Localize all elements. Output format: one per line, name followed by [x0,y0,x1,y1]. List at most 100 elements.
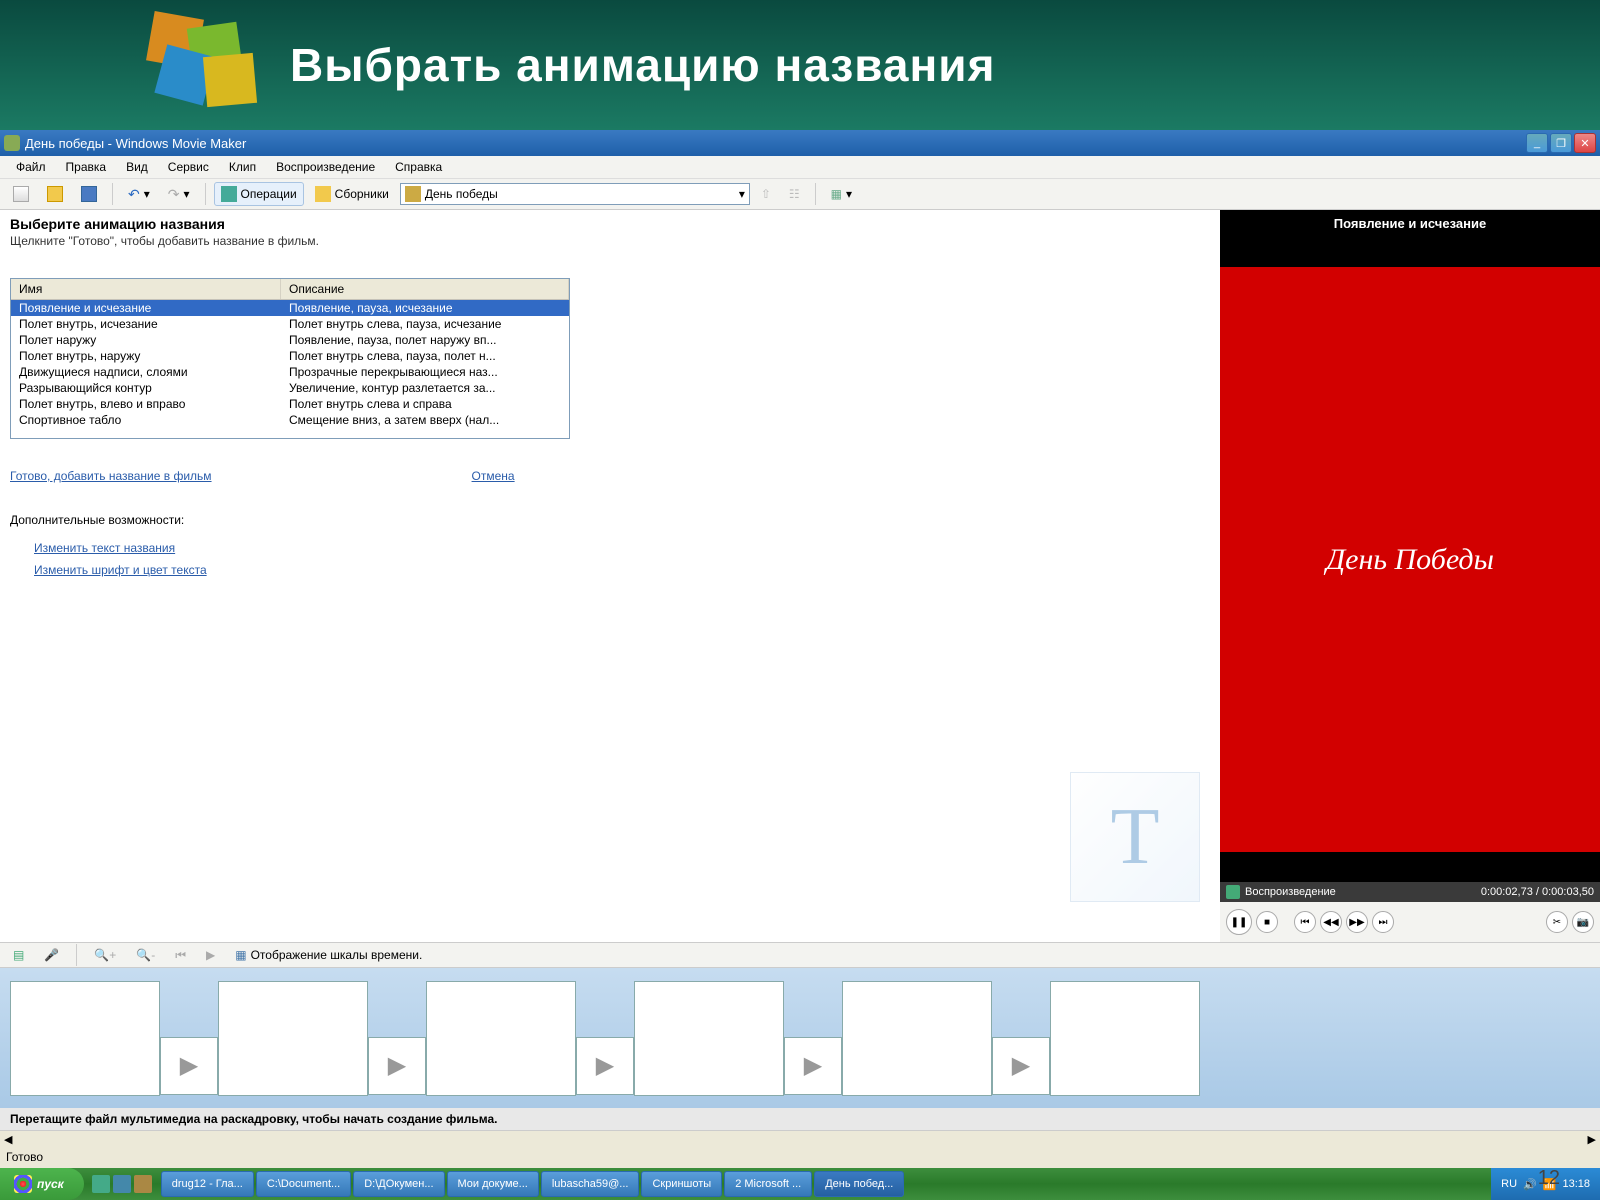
split-button[interactable]: ✂ [1546,911,1568,933]
open-icon [47,186,63,202]
anim-row[interactable]: Полет внутрь, влево и вправоПолет внутрь… [11,396,569,412]
storyboard-transition[interactable]: ▶ [160,1037,218,1095]
start-button[interactable]: пуск [0,1168,84,1200]
col-name[interactable]: Имя [11,279,281,299]
windows-icon [14,1175,32,1193]
task-item[interactable]: Мои докуме... [447,1171,539,1197]
preview-effect-label: Появление и исчезание [1220,210,1600,237]
view-icon: ▦ [831,187,842,201]
task-item[interactable]: Скриншоты [641,1171,722,1197]
menu-tools[interactable]: Сервис [158,157,219,177]
anim-row[interactable]: Движущиеся надписи, слоямиПрозрачные пер… [11,364,569,380]
redo-button[interactable]: ↷ ▾ [161,182,197,207]
task-item-active[interactable]: День побед... [814,1171,904,1197]
menu-view[interactable]: Вид [116,157,158,177]
view-button[interactable]: ▦ ▾ [824,183,859,205]
up-button[interactable]: ⇧ [754,183,778,205]
stop-button[interactable]: ■ [1256,911,1278,933]
task-item[interactable]: D:\ДОкумен... [353,1171,444,1197]
menu-play[interactable]: Воспроизведение [266,157,385,177]
task-item[interactable]: lubascha59@... [541,1171,640,1197]
ql-icon[interactable] [92,1175,110,1193]
open-button[interactable] [40,182,70,206]
storyboard-clip[interactable] [1050,981,1200,1096]
col-desc[interactable]: Описание [281,279,569,299]
tasks-button[interactable]: Операции [214,182,304,206]
storyboard-clip[interactable] [842,981,992,1096]
minimize-button[interactable]: _ [1526,133,1548,153]
play-status-icon [1226,885,1240,899]
ql-icon[interactable] [134,1175,152,1193]
forward-button[interactable]: ▶▶ [1346,911,1368,933]
save-button[interactable] [74,182,104,206]
anim-row[interactable]: Полет наружуПоявление, пауза, полет нару… [11,332,569,348]
anim-row[interactable]: Разрывающийся контурУвеличение, контур р… [11,380,569,396]
preview-status: Воспроизведение [1245,886,1336,898]
anim-row[interactable]: Полет внутрь, исчезаниеПолет внутрь слев… [11,316,569,332]
edit-text-link[interactable]: Изменить текст названия [34,541,1210,555]
edit-font-link[interactable]: Изменить шрифт и цвет текста [34,563,1210,577]
snapshot-button[interactable]: 📷 [1572,911,1594,933]
pause-button[interactable]: ❚❚ [1226,909,1252,935]
task-item[interactable]: C:\Document... [256,1171,351,1197]
preview-controls: ❚❚ ■ ⏮ ◀◀ ▶▶ ⏭ ✂ 📷 [1220,902,1600,942]
task-item[interactable]: 2 Microsoft ... [724,1171,812,1197]
menu-edit[interactable]: Правка [56,157,117,177]
storyboard-transition[interactable]: ▶ [576,1037,634,1095]
prev-button[interactable]: ⏮ [1294,911,1316,933]
task-item[interactable]: drug12 - Гла... [161,1171,254,1197]
preview-title-text: День Победы [1326,543,1494,577]
storyboard-clip[interactable] [10,981,160,1096]
clock[interactable]: 13:18 [1562,1178,1590,1190]
maximize-button[interactable]: ❐ [1550,133,1572,153]
storyboard[interactable]: ▶ ▶ ▶ ▶ ▶ [0,968,1600,1108]
cancel-link[interactable]: Отмена [472,469,515,483]
rewind-button[interactable]: ◀◀ [1320,911,1342,933]
done-link[interactable]: Готово, добавить название в фильм [10,469,212,483]
timeline-toggle[interactable]: ▤ [6,944,31,966]
storyboard-transition[interactable]: ▶ [992,1037,1050,1095]
anim-row[interactable]: Появление и исчезаниеПоявление, пауза, и… [11,300,569,316]
taskbar: пуск drug12 - Гла... C:\Document... D:\Д… [0,1168,1600,1200]
storyboard-transition[interactable]: ▶ [368,1037,426,1095]
menu-file[interactable]: Файл [6,157,56,177]
new-button[interactable] [6,182,36,206]
statusbar: Готово [0,1148,1600,1168]
play-timeline-button[interactable]: ▶ [199,944,222,966]
ql-icon[interactable] [113,1175,131,1193]
more-options-title: Дополнительные возможности: [10,513,1210,527]
narrate-button[interactable]: 🎤 [37,944,66,966]
storyboard-clip[interactable] [218,981,368,1096]
animation-list[interactable]: Появление и исчезаниеПоявление, пауза, и… [11,300,569,438]
menu-help[interactable]: Справка [385,157,452,177]
storyboard-clip[interactable] [634,981,784,1096]
tray-icon[interactable]: 🔊 [1523,1178,1537,1191]
collections-button[interactable]: Сборники [308,182,396,206]
anim-row[interactable]: Спортивное таблоСмещение вниз, а затем в… [11,412,569,428]
chevron-down-icon: ▾ [739,187,745,201]
anim-row[interactable]: Полет внутрь, наружуПолет внутрь слева, … [11,348,569,364]
app-icon [4,135,20,151]
folder-icon [315,186,331,202]
h-scrollbar[interactable]: ◀▶ [0,1130,1600,1148]
storyboard-clip[interactable] [426,981,576,1096]
page-number: 12 [1538,1167,1560,1190]
menu-clip[interactable]: Клип [219,157,266,177]
next-button[interactable]: ⏭ [1372,911,1394,933]
zoom-out-button[interactable]: 🔍- [129,944,162,966]
storyboard-transition[interactable]: ▶ [784,1037,842,1095]
props-icon: ☷ [789,187,800,201]
close-button[interactable]: ✕ [1574,133,1596,153]
zoom-out-icon: 🔍- [136,948,155,962]
location-select[interactable]: День победы ▾ [400,183,750,205]
lang-indicator[interactable]: RU [1501,1178,1517,1190]
storyboard-hint: Перетащите файл мультимедиа на раскадров… [0,1108,1600,1130]
props-button[interactable]: ☷ [782,183,807,205]
preview-panel: Появление и исчезание День Победы Воспро… [1220,210,1600,942]
zoom-in-button[interactable]: 🔍+ [87,944,123,966]
rewind-timeline-button[interactable]: ⏮ [168,944,193,967]
undo-button[interactable]: ↶ ▾ [121,182,157,207]
show-timeline-button[interactable]: ▦Отображение шкалы времени. [228,944,429,966]
play-icon: ▶ [206,948,215,962]
undo-icon: ↶ [128,186,140,203]
